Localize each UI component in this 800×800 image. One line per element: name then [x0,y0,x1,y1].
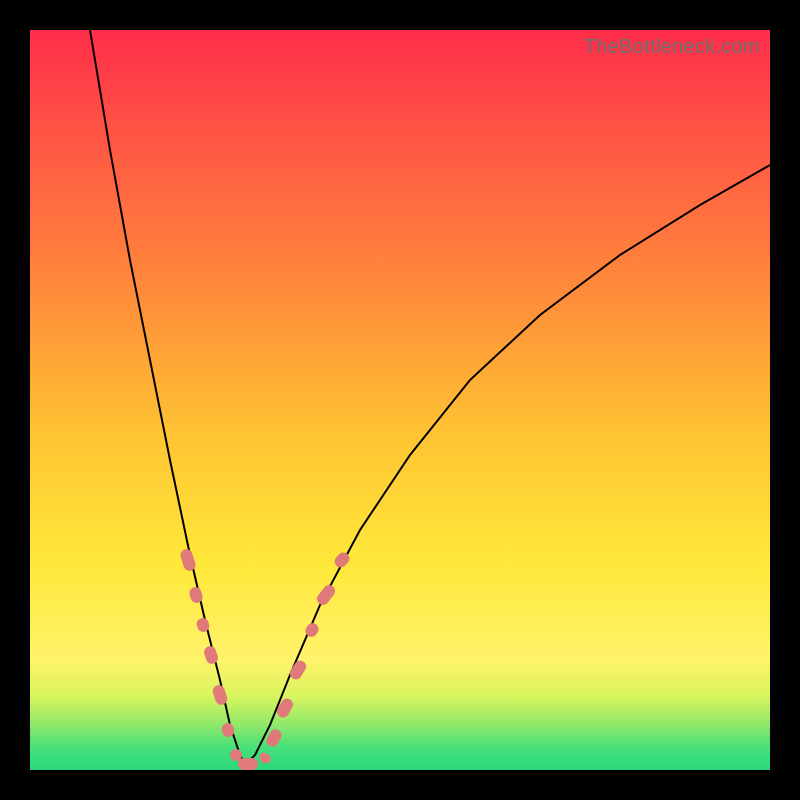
marker-point [238,758,258,770]
marker-point [288,658,309,681]
marker-point [211,684,229,707]
chart-svg [30,30,770,770]
marker-point [332,550,352,570]
bottleneck-curve [90,30,770,765]
marker-point [314,583,337,608]
marker-point [257,750,273,765]
marker-point [203,645,220,666]
plot-area: TheBottleneck.com [30,30,770,770]
marker-point [179,548,197,573]
curve-markers [179,548,352,770]
